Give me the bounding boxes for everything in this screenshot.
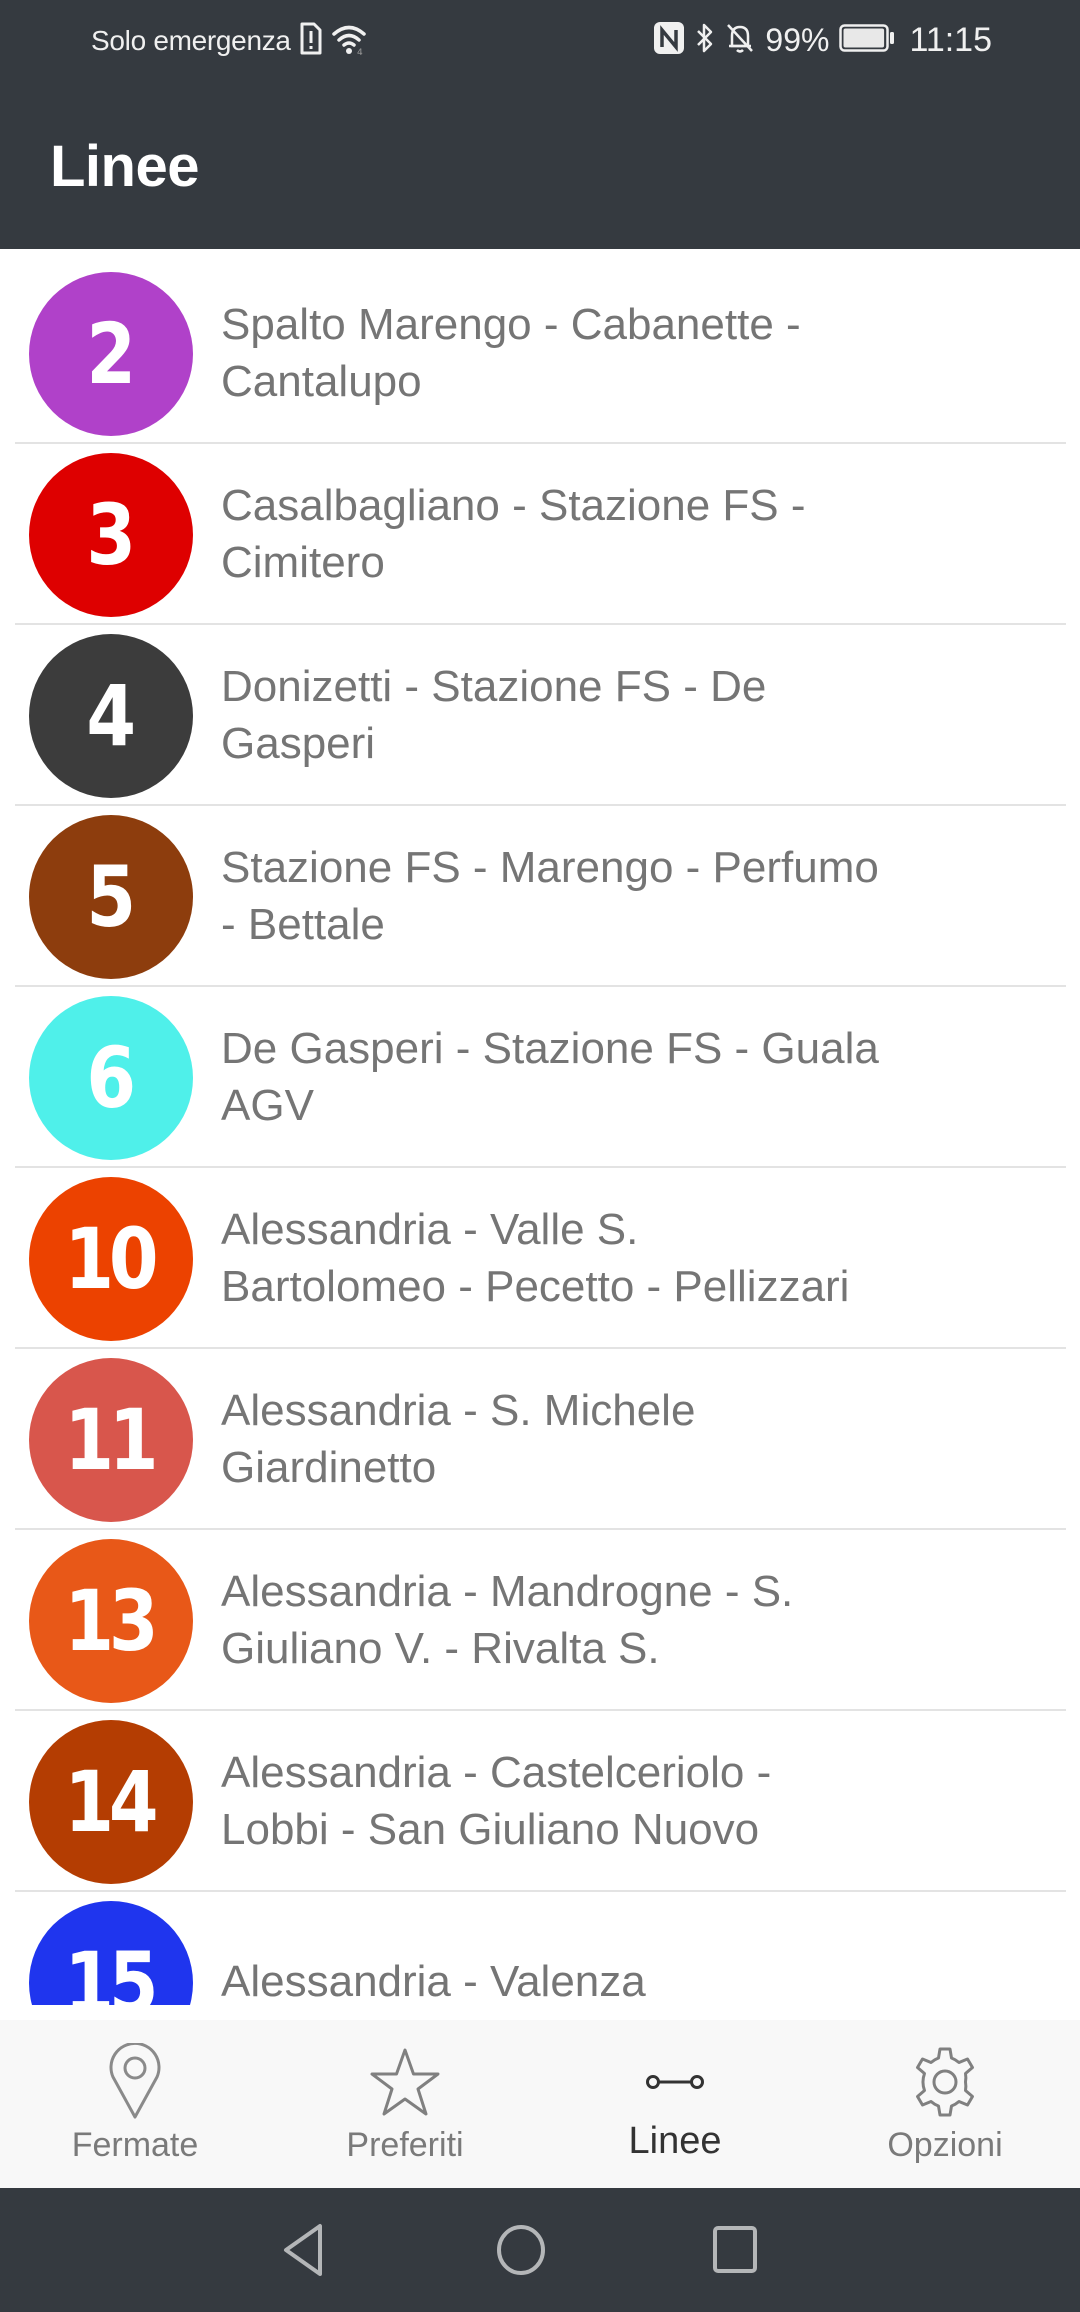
line-route-text: Alessandria - Mandrogne - S. — [221, 1566, 794, 1616]
sim-alert-icon — [299, 22, 323, 61]
app-bar: Linee — [0, 80, 1080, 249]
svg-text:4: 4 — [357, 48, 363, 56]
line-list-item[interactable]: 2 Spalto Marengo - Cabanette - Cantalupo — [0, 263, 1080, 444]
tab-label: Preferiti — [346, 2126, 464, 2164]
line-route-text: AGV — [221, 1080, 314, 1130]
line-route-text: De Gasperi - Stazione FS - Guala — [221, 1023, 879, 1073]
recents-icon — [713, 2226, 757, 2273]
line-number-badge: 2 — [29, 272, 193, 436]
line-route-name: Alessandria - Castelceriolo - Lobbi - San… — [221, 1711, 960, 1890]
line-route-name: Stazione FS - Marengo - Perfumo - Bettale — [221, 806, 960, 985]
line-list-item[interactable]: 4 Donizetti - Stazione FS - De Gasperi — [0, 625, 1080, 806]
tab-fermate[interactable]: Fermate — [0, 2020, 270, 2188]
line-route-name: Alessandria - Mandrogne - S. Giuliano V. … — [221, 1530, 960, 1709]
line-number: 2 — [86, 305, 136, 403]
line-number-badge: 5 — [29, 815, 193, 979]
line-number: 4 — [86, 667, 136, 765]
line-number-badge: 6 — [29, 996, 193, 1160]
line-number: 14 — [63, 1753, 158, 1851]
line-number-badge: 3 — [29, 453, 193, 617]
line-number: 3 — [86, 486, 136, 584]
clock: 11:15 — [909, 20, 992, 59]
line-number: 5 — [86, 848, 136, 946]
bluetooth-icon — [695, 21, 715, 60]
bell-off-icon — [725, 21, 755, 60]
line-route-text: - Bettale — [221, 899, 385, 949]
line-route-text: Giuliano V. - Rivalta S. — [221, 1623, 660, 1673]
line-route-name: Alessandria - Valle S. Bartolomeo - Pecet… — [221, 1168, 960, 1347]
line-route-name: De Gasperi - Stazione FS - Guala AGV — [221, 987, 960, 1166]
line-route-text: Alessandria - Valenza — [221, 1957, 646, 2005]
line-number: 15 — [63, 1934, 158, 2005]
line-route-name: Casalbagliano - Stazione FS - Cimitero — [221, 444, 960, 623]
line-route-text: Lobbi - San Giuliano Nuovo — [221, 1804, 760, 1854]
nfc-icon — [653, 21, 685, 60]
line-number-badge: 4 — [29, 634, 193, 798]
line-route-text: Alessandria - Castelceriolo - — [221, 1747, 772, 1797]
line-list-item[interactable]: 6 De Gasperi - Stazione FS - Guala AGV — [0, 987, 1080, 1168]
status-left: Solo emergenza 4 — [91, 22, 371, 60]
line-number-badge: 11 — [29, 1358, 193, 1522]
lines-list[interactable]: 2 Spalto Marengo - Cabanette - Cantalupo 3 C… — [0, 249, 1080, 2005]
line-route-text: Gasperi — [221, 718, 376, 768]
line-list-item[interactable]: 3 Casalbagliano - Stazione FS - Cimitero — [0, 444, 1080, 625]
tab-label: Linee — [628, 2120, 722, 2162]
line-route-text: Donizetti - Stazione FS - De — [221, 661, 767, 711]
line-list-item[interactable]: 13 Alessandria - Mandrogne - S. Giuliano V… — [0, 1530, 1080, 1711]
home-button[interactable] — [481, 2212, 561, 2288]
line-route-text: Stazione FS - Marengo - Perfumo — [221, 842, 879, 892]
route-icon — [630, 2042, 720, 2122]
carrier-text: Solo emergenza — [91, 25, 291, 56]
line-route-name: Donizetti - Stazione FS - De Gasperi — [221, 625, 960, 804]
status-bar: Solo emergenza 4 99% 11:15 — [0, 0, 1080, 80]
map-pin-icon — [90, 2042, 180, 2122]
line-list-item[interactable]: 14 Alessandria - Castelceriolo - Lobbi - S… — [0, 1711, 1080, 1892]
battery-percent: 99% — [765, 21, 830, 58]
wifi-icon: 4 — [331, 22, 371, 61]
battery-icon — [839, 23, 895, 58]
tab-label: Fermate — [71, 2126, 199, 2164]
line-number: 10 — [63, 1210, 158, 1308]
back-button[interactable] — [265, 2212, 345, 2288]
line-list-item[interactable]: 11 Alessandria - S. Michele Giardinetto — [0, 1349, 1080, 1530]
home-icon — [497, 2225, 545, 2275]
line-number-badge: 15 — [29, 1901, 193, 2005]
line-number: 6 — [86, 1029, 136, 1127]
line-number-badge: 13 — [29, 1539, 193, 1703]
line-route-text: Cantalupo — [221, 356, 422, 406]
line-route-text: Cimitero — [221, 537, 385, 587]
page-title: Linee — [50, 134, 200, 199]
line-route-text: Alessandria - Valle S. — [221, 1204, 639, 1254]
line-route-text: Bartolomeo - Pecetto - Pellizzari — [221, 1261, 850, 1311]
line-number-badge: 10 — [29, 1177, 193, 1341]
tab-preferiti[interactable]: Preferiti — [270, 2020, 540, 2188]
line-list-item[interactable]: 10 Alessandria - Valle S. Bartolomeo - Pec… — [0, 1168, 1080, 1349]
line-route-text: Spalto Marengo - Cabanette - — [221, 299, 801, 349]
line-route-name: Alessandria - Valenza — [221, 1892, 960, 2005]
gear-icon — [900, 2042, 990, 2122]
recents-button[interactable] — [695, 2212, 775, 2288]
star-icon — [360, 2042, 450, 2122]
line-route-text: Giardinetto — [221, 1442, 437, 1492]
line-number: 13 — [63, 1572, 158, 1670]
back-icon — [284, 2224, 322, 2276]
line-route-text: Alessandria - S. Michele — [221, 1385, 696, 1435]
line-list-item[interactable]: 5 Stazione FS - Marengo - Perfumo - Bettal… — [0, 806, 1080, 987]
line-route-text: Casalbagliano - Stazione FS - — [221, 480, 806, 530]
tab-label: Opzioni — [887, 2126, 1003, 2164]
line-route-name: Spalto Marengo - Cabanette - Cantalupo — [221, 263, 960, 442]
status-right: 99% 11:15 — [653, 20, 992, 60]
line-route-name: Alessandria - S. Michele Giardinetto — [221, 1349, 960, 1528]
tab-opzioni[interactable]: Opzioni — [810, 2020, 1080, 2188]
system-navigation-bar — [0, 2188, 1080, 2312]
line-number-badge: 14 — [29, 1720, 193, 1884]
bottom-navigation: Fermate Preferiti Linee Opzioni — [0, 2020, 1080, 2188]
tab-linee[interactable]: Linee — [540, 2020, 810, 2188]
line-list-item[interactable]: 15 Alessandria - Valenza — [0, 1892, 1080, 2005]
line-number: 11 — [63, 1391, 158, 1489]
